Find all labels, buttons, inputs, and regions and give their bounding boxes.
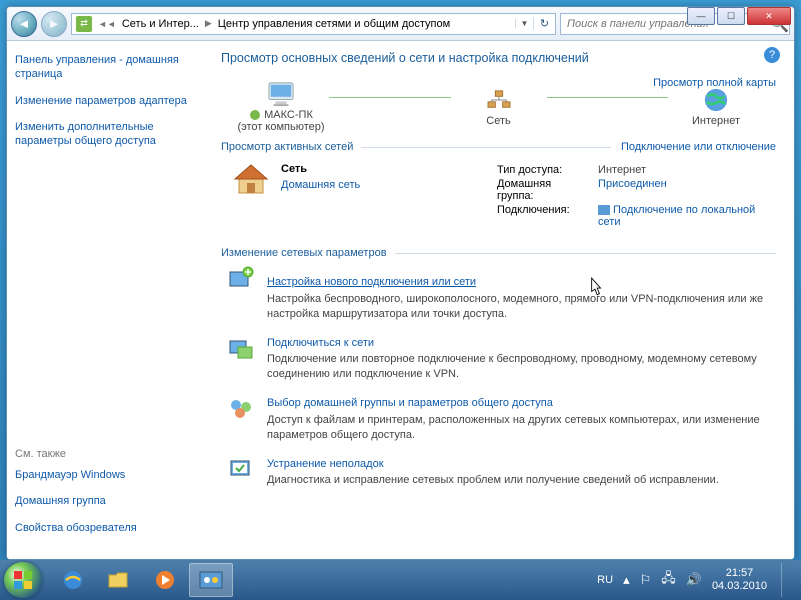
map-connector: [547, 97, 669, 98]
tray-volume-icon[interactable]: 🔊: [686, 572, 702, 588]
homegroup-icon: [228, 397, 254, 421]
sidebar-link-internet-options[interactable]: Свойства обозревателя: [15, 521, 199, 535]
detail-row: Домашняя группа:Присоединен: [497, 177, 776, 203]
network-icon: [486, 89, 512, 111]
maximize-button[interactable]: ☐: [717, 7, 745, 25]
network-node-pc: МАКС-ПК (этот компьютер): [221, 79, 341, 133]
taskbar-item-wmp[interactable]: [143, 563, 187, 597]
media-player-icon: [153, 568, 177, 592]
sidebar: Панель управления - домашняя страница Из…: [7, 41, 207, 559]
chevron-right-icon: ▶: [203, 18, 214, 29]
network-settings-title: Изменение сетевых параметров: [221, 247, 387, 259]
settings-item-desc: Диагностика и исправление сетевых пробле…: [267, 474, 719, 486]
settings-item-title[interactable]: Выбор домашней группы и параметров общег…: [267, 396, 553, 411]
clock-date: 04.03.2010: [712, 580, 767, 593]
settings-item-desc: Настройка беспроводного, широкополосного…: [267, 293, 763, 320]
network-map: Просмотр полной карты МАКС-ПК (этот комп…: [221, 79, 776, 133]
seealso-header: См. также: [15, 448, 199, 460]
node-internet-label: Интернет: [692, 115, 740, 127]
control-panel-window: ◄ ► ⇄ ◄◄ Сеть и Интер... ▶ Центр управле…: [6, 6, 795, 560]
refresh-button[interactable]: ↻: [533, 17, 555, 30]
taskbar: RU ▴ ⚐ 🖧 🔊 21:57 04.03.2010: [0, 560, 801, 600]
computer-icon: [266, 81, 296, 107]
detail-label: Подключения:: [497, 203, 598, 229]
detail-label: Тип доступа:: [497, 163, 598, 177]
sidebar-link-home[interactable]: Панель управления - домашняя страница: [15, 53, 199, 82]
active-network-block: Сеть Домашняя сеть Тип доступа:Интернет …: [221, 159, 776, 239]
address-dropdown-button[interactable]: ▼: [515, 19, 533, 28]
settings-item-desc: Доступ к файлам и принтерам, расположенн…: [267, 414, 760, 441]
breadcrumb-parent[interactable]: Сеть и Интер...: [118, 18, 203, 30]
settings-item-title[interactable]: Устранение неполадок: [267, 457, 384, 472]
sidebar-link-advanced-sharing[interactable]: Изменить дополнительные параметры общего…: [15, 120, 199, 149]
network-node-internet: Интернет: [656, 85, 776, 127]
node-network-label: Сеть: [486, 115, 510, 127]
network-settings-header: Изменение сетевых параметров: [221, 247, 776, 259]
new-connection-icon: [228, 266, 254, 290]
active-network-type-link[interactable]: Домашняя сеть: [281, 179, 360, 191]
taskbar-item-ie[interactable]: [51, 563, 95, 597]
settings-item-troubleshoot[interactable]: Устранение неполадок Диагностика и исправ…: [227, 457, 776, 489]
node-badge-icon: [249, 109, 261, 121]
detail-label: Домашняя группа:: [497, 177, 598, 203]
node-pc-sublabel: (этот компьютер): [237, 121, 324, 133]
network-category-icon: ⇄: [76, 16, 92, 32]
home-network-icon: [231, 163, 271, 197]
connect-disconnect-link[interactable]: Подключение или отключение: [621, 141, 776, 153]
sidebar-link-adapter-settings[interactable]: Изменение параметров адаптера: [15, 94, 199, 108]
start-button[interactable]: [4, 562, 42, 598]
settings-item-title[interactable]: Подключиться к сети: [267, 336, 374, 351]
windows-logo-icon: [13, 570, 33, 590]
homegroup-link[interactable]: Присоединен: [598, 178, 667, 190]
control-panel-icon: [198, 569, 224, 591]
system-tray: RU ▴ ⚐ 🖧 🔊 21:57 04.03.2010: [597, 563, 797, 597]
active-networks-title: Просмотр активных сетей: [221, 141, 353, 153]
breadcrumb-sep-icon: ◄◄: [96, 19, 118, 29]
clock-time: 21:57: [712, 567, 767, 580]
connection-link[interactable]: Подключение по локальной сети: [598, 204, 755, 228]
settings-item-connect[interactable]: Подключиться к сети Подключение или повто…: [227, 336, 776, 383]
close-button[interactable]: ✕: [747, 7, 791, 25]
sidebar-link-firewall[interactable]: Брандмауэр Windows: [15, 468, 199, 482]
network-node-network: Сеть: [439, 85, 559, 127]
detail-value: Интернет: [598, 163, 776, 177]
show-desktop-button[interactable]: [781, 563, 791, 597]
sidebar-link-homegroup[interactable]: Домашняя группа: [15, 494, 199, 508]
active-network-details: Тип доступа:Интернет Домашняя группа:При…: [497, 163, 776, 229]
settings-list: Настройка нового подключения или сети На…: [221, 265, 776, 488]
breadcrumb-current[interactable]: Центр управления сетями и общим доступом: [214, 18, 515, 30]
address-bar[interactable]: ⇄ ◄◄ Сеть и Интер... ▶ Центр управления …: [71, 13, 556, 35]
taskbar-item-explorer[interactable]: [97, 563, 141, 597]
view-full-map-link[interactable]: Просмотр полной карты: [653, 77, 776, 89]
active-network-name: Сеть: [281, 163, 360, 175]
language-indicator[interactable]: RU: [597, 574, 613, 586]
settings-item-new-connection[interactable]: Настройка нового подключения или сети На…: [227, 265, 776, 322]
tray-flag-icon[interactable]: ⚐: [640, 572, 652, 588]
folder-icon: [107, 569, 131, 591]
node-pc-label: МАКС-ПК: [264, 109, 313, 121]
content-area: ? Просмотр основных сведений о сети и на…: [207, 41, 794, 559]
back-button[interactable]: ◄: [11, 11, 37, 37]
settings-item-title[interactable]: Настройка нового подключения или сети: [267, 275, 476, 290]
troubleshoot-icon: [228, 458, 254, 482]
lan-icon: [598, 205, 610, 215]
detail-row: Тип доступа:Интернет: [497, 163, 776, 177]
settings-item-homegroup[interactable]: Выбор домашней группы и параметров общег…: [227, 396, 776, 443]
tray-network-icon[interactable]: 🖧: [661, 569, 676, 591]
map-connector: [329, 97, 451, 98]
tray-show-hidden-icon[interactable]: ▴: [623, 572, 630, 588]
active-networks-header: Просмотр активных сетей Подключение или …: [221, 141, 776, 153]
taskbar-clock[interactable]: 21:57 04.03.2010: [712, 567, 767, 592]
forward-button[interactable]: ►: [41, 11, 67, 37]
detail-row: Подключения:Подключение по локальной сет…: [497, 203, 776, 229]
settings-item-desc: Подключение или повторное подключение к …: [267, 353, 757, 380]
taskbar-item-control-panel[interactable]: [189, 563, 233, 597]
page-title: Просмотр основных сведений о сети и наст…: [221, 51, 776, 65]
minimize-button[interactable]: —: [687, 7, 715, 25]
navigation-bar: ◄ ► ⇄ ◄◄ Сеть и Интер... ▶ Центр управле…: [7, 7, 794, 41]
globe-icon: [703, 87, 729, 113]
help-icon[interactable]: ?: [764, 47, 780, 63]
ie-icon: [61, 568, 85, 592]
connect-network-icon: [228, 337, 254, 361]
